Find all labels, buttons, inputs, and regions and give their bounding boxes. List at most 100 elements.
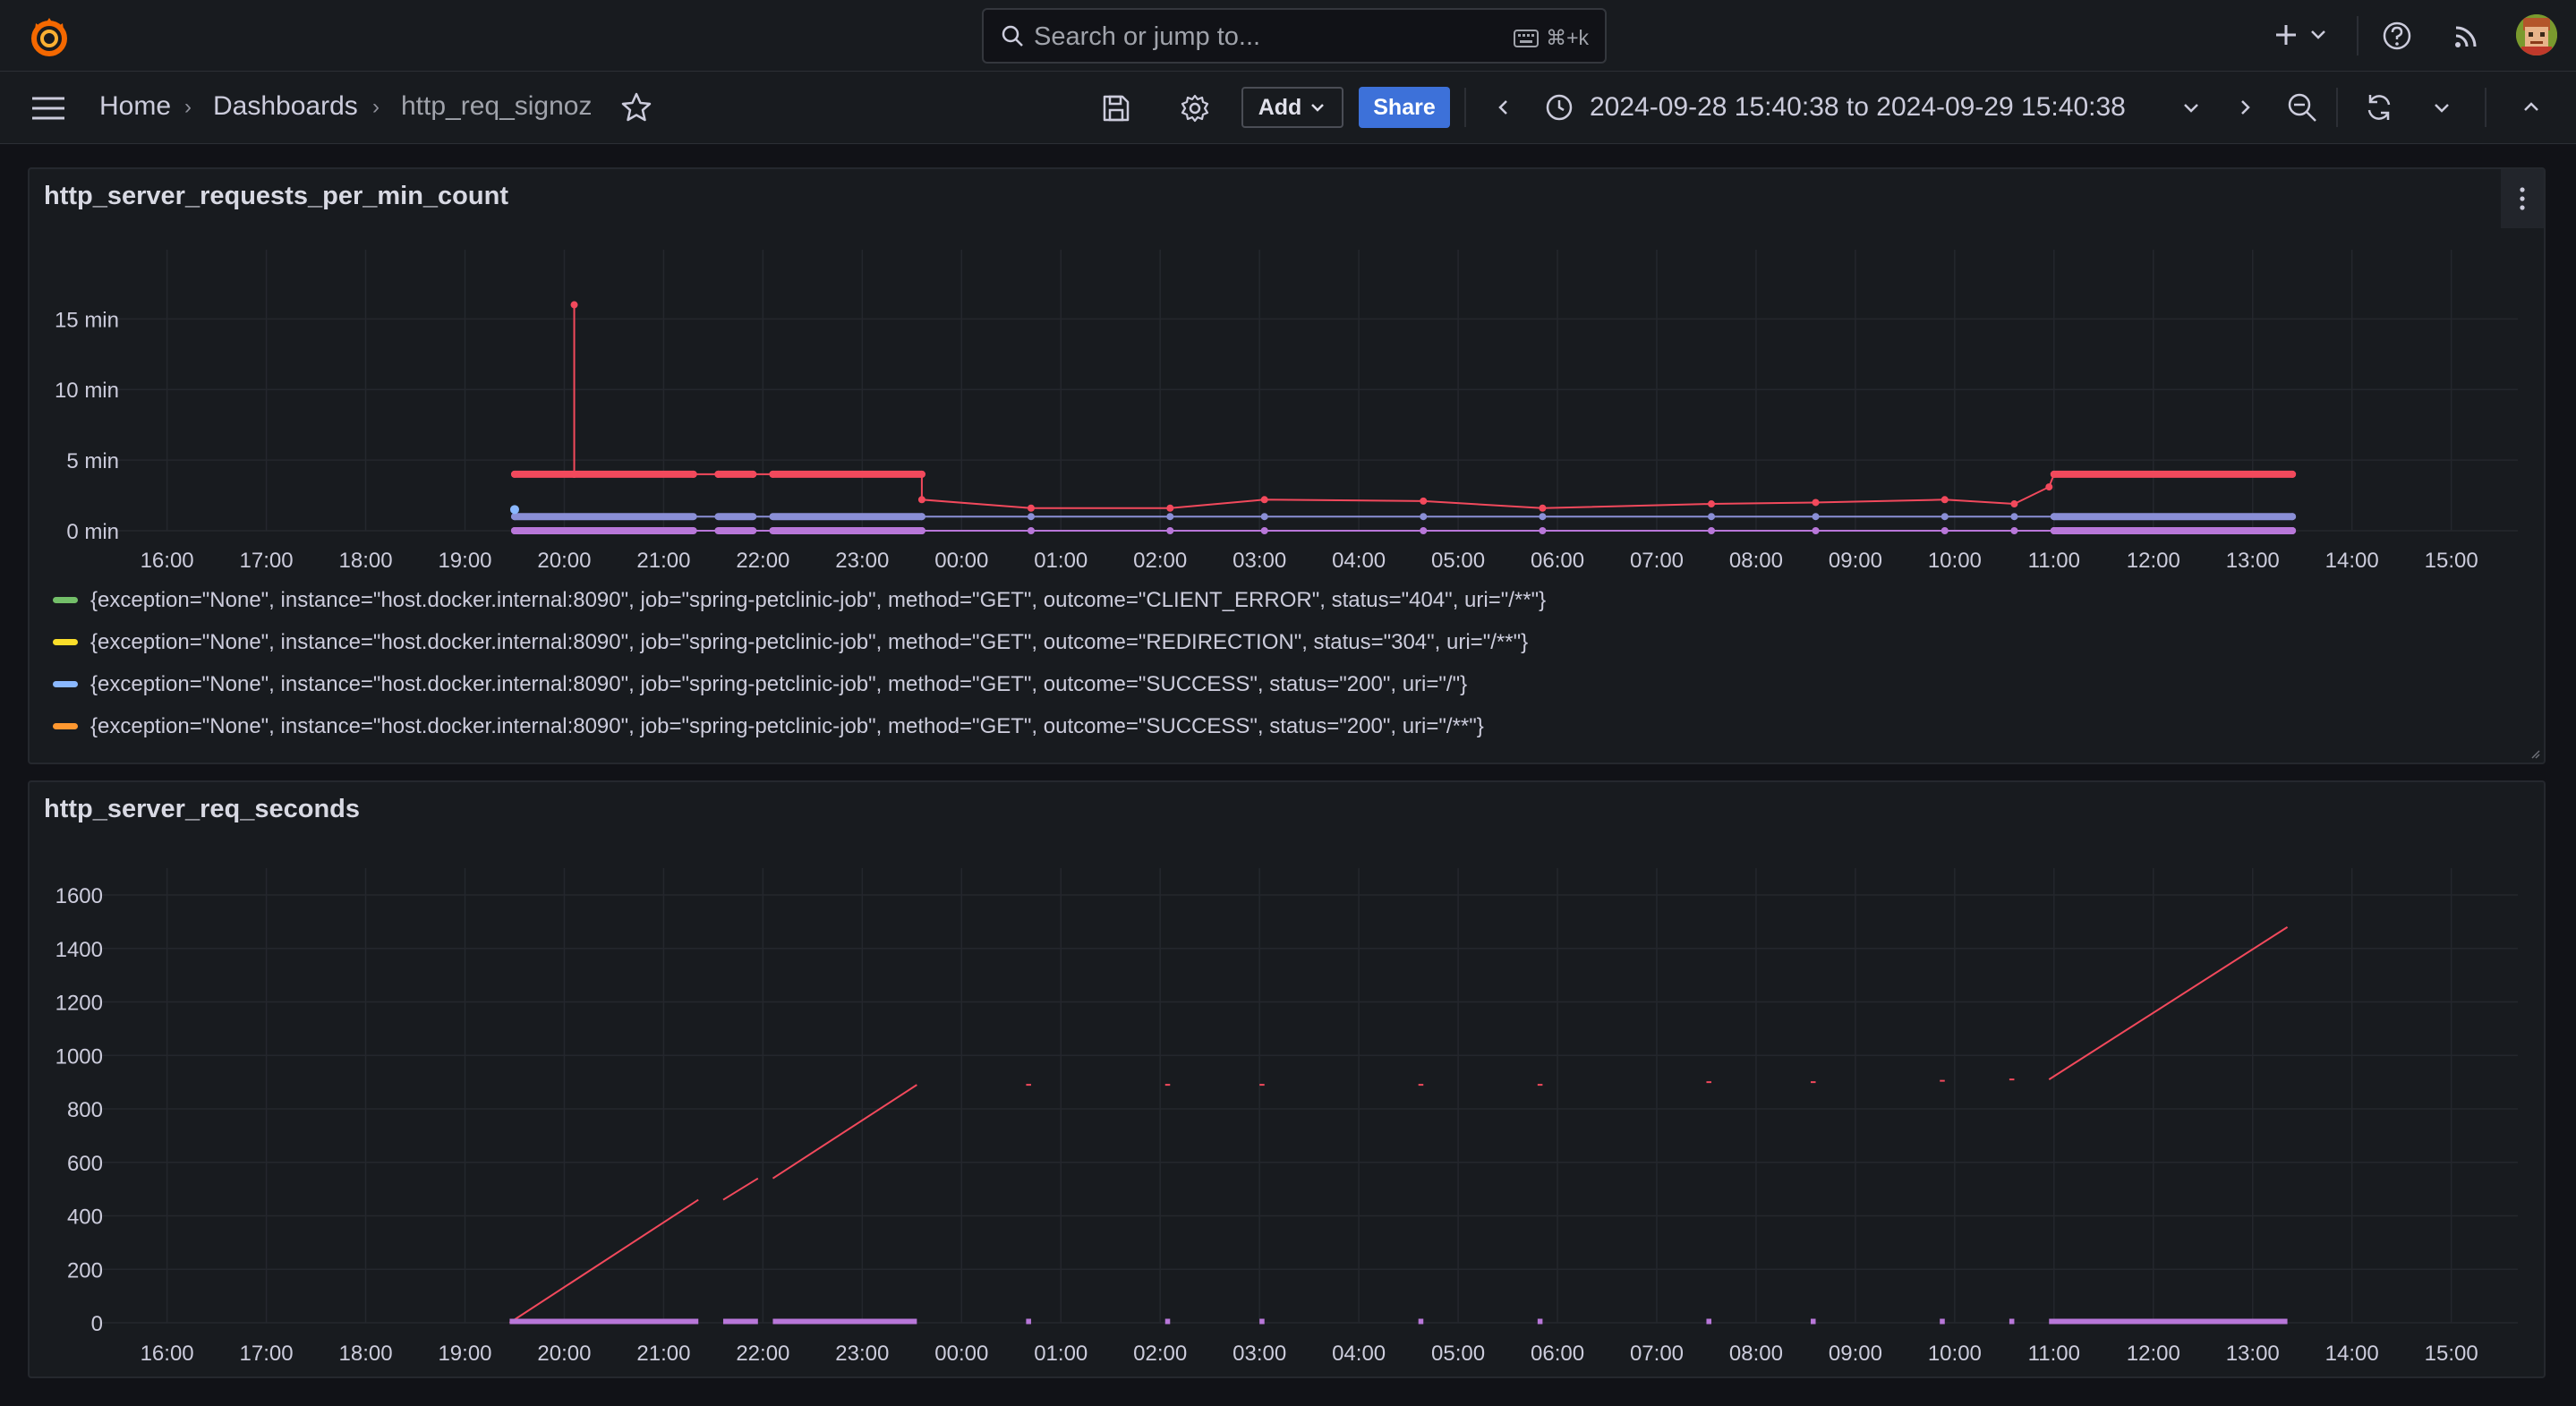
data-point [2045, 483, 2053, 491]
chevron-down-icon [1311, 104, 1325, 112]
chart-legend: {exception="None", instance="host.docker… [53, 579, 1546, 747]
new-menu-button[interactable] [2273, 16, 2329, 56]
share-button[interactable]: Share [1359, 87, 1450, 128]
clock-icon [1546, 94, 1573, 121]
legend-item[interactable]: {exception="None", instance="host.docker… [53, 663, 1546, 705]
legend-swatch [53, 681, 78, 687]
dashboard-nav-bar: Home › Dashboards › http_req_signoz Add … [0, 72, 2576, 144]
user-avatar-icon [2516, 14, 2557, 55]
data-point [1260, 496, 1268, 504]
data-point [917, 470, 925, 478]
search-shortcut-label: ⌘+k [1546, 26, 1589, 49]
data-point [1941, 496, 1949, 504]
y-tick-label: 1000 [55, 1044, 103, 1069]
panel-title[interactable]: http_server_req_seconds [44, 795, 360, 824]
y-tick-label: 15 min [55, 308, 119, 332]
legend-item[interactable]: {exception="None", instance="host.docker… [53, 579, 1546, 621]
legend-label: {exception="None", instance="host.docker… [90, 629, 1529, 654]
time-series-chart[interactable]: 0 200 400 600 800 1000 1200 1400 1600 16:00 17:00 1… [30, 854, 2544, 1376]
data-point [1420, 527, 1428, 534]
y-tick-label: 600 [67, 1152, 103, 1176]
y-tick-label: 1200 [55, 992, 103, 1016]
legend-swatch [53, 597, 78, 603]
x-tick-label: 04:00 [1332, 1342, 1386, 1366]
avatar[interactable] [2516, 14, 2557, 55]
data-point [1027, 513, 1035, 521]
x-tick-label: 05:00 [1431, 549, 1485, 572]
x-tick-label: 13:00 [2226, 549, 2280, 572]
x-tick-label: 20:00 [537, 549, 591, 572]
x-tick-label: 22:00 [736, 1342, 789, 1366]
legend-label: {exception="None", instance="host.docker… [90, 713, 1484, 738]
x-tick-label: 20:00 [537, 1342, 591, 1366]
series-line [2048, 926, 2289, 1080]
data-point [1812, 513, 1820, 521]
data-point [2010, 513, 2018, 521]
data-point [1812, 527, 1820, 534]
panel-title[interactable]: http_server_requests_per_min_count [44, 182, 508, 211]
x-tick-label: 23:00 [835, 549, 889, 572]
x-tick-label: 12:00 [2127, 1342, 2180, 1366]
menu-icon[interactable] [30, 95, 66, 122]
x-tick-label: 05:00 [1431, 1342, 1485, 1366]
time-series-chart[interactable]: 0 min 5 min 10 min 15 min 16:00 17:00 18:00 19:… [30, 241, 2544, 572]
share-button-label: Share [1373, 94, 1436, 120]
chevron-left-icon[interactable] [1493, 97, 1514, 118]
y-tick-label: 200 [67, 1258, 103, 1282]
kebab-menu-icon [2520, 187, 2525, 210]
legend-label: {exception="None", instance="host.docker… [90, 587, 1547, 612]
resize-handle-icon[interactable] [2529, 748, 2540, 759]
gear-icon[interactable] [1180, 93, 1210, 124]
refresh-icon[interactable] [2363, 91, 2395, 124]
search-input[interactable]: Search or jump to... ⌘+k [982, 8, 1607, 64]
data-point [1941, 513, 1949, 521]
x-tick-label: 22:00 [736, 549, 789, 572]
y-tick-label: 0 min [66, 520, 119, 544]
x-tick-label: 09:00 [1829, 549, 1882, 572]
panel-menu-button[interactable] [2501, 169, 2544, 228]
x-tick-label: 15:00 [2425, 549, 2478, 572]
x-tick-label: 08:00 [1729, 549, 1783, 572]
legend-item[interactable]: {exception="None", instance="host.docker… [53, 621, 1546, 663]
x-tick-label: 00:00 [934, 1342, 988, 1366]
chevron-down-icon [2311, 30, 2326, 39]
data-point [714, 470, 722, 478]
x-tick-label: 03:00 [1233, 549, 1286, 572]
x-tick-label: 02:00 [1133, 1342, 1187, 1366]
grafana-logo-icon[interactable] [27, 14, 72, 59]
breadcrumb-current: http_req_signoz [401, 91, 593, 121]
data-point [1941, 527, 1949, 534]
y-tick-label: 0 [91, 1312, 103, 1336]
star-icon[interactable] [620, 91, 653, 124]
data-point [570, 301, 578, 309]
data-point [2289, 527, 2297, 534]
breadcrumb-home[interactable]: Home [99, 91, 171, 122]
series-line [722, 1177, 759, 1201]
search-icon [1002, 25, 1023, 47]
x-tick-label: 21:00 [636, 549, 690, 572]
data-point [769, 470, 777, 478]
y-tick-label: 5 min [66, 449, 119, 473]
time-range-picker[interactable]: 2024-09-28 15:40:38 to 2024-09-29 15:40:… [1590, 92, 2126, 123]
help-icon[interactable] [2381, 20, 2413, 52]
chevron-down-icon[interactable] [2180, 97, 2202, 118]
breadcrumb-dashboards[interactable]: Dashboards [213, 91, 358, 122]
data-point [1260, 527, 1268, 534]
data-point [2050, 527, 2058, 534]
chevron-up-icon[interactable] [2521, 97, 2542, 118]
chevron-down-icon[interactable] [2431, 97, 2452, 118]
legend-swatch [53, 723, 78, 729]
chevron-right-icon[interactable] [2234, 97, 2256, 118]
add-button[interactable]: Add [1241, 87, 1343, 128]
data-point [1166, 527, 1174, 534]
data-point [570, 470, 578, 478]
search-placeholder: Search or jump to... [1034, 22, 1261, 51]
divider [2485, 88, 2486, 127]
panel-req-seconds: http_server_req_seconds 0 200 400 600 800 100… [28, 780, 2546, 1378]
zoom-out-icon[interactable] [2286, 91, 2318, 124]
news-feed-icon[interactable] [2452, 21, 2481, 50]
x-tick-label: 08:00 [1729, 1342, 1783, 1366]
data-point [917, 513, 925, 521]
save-icon[interactable] [1101, 93, 1131, 124]
legend-item[interactable]: {exception="None", instance="host.docker… [53, 705, 1546, 747]
